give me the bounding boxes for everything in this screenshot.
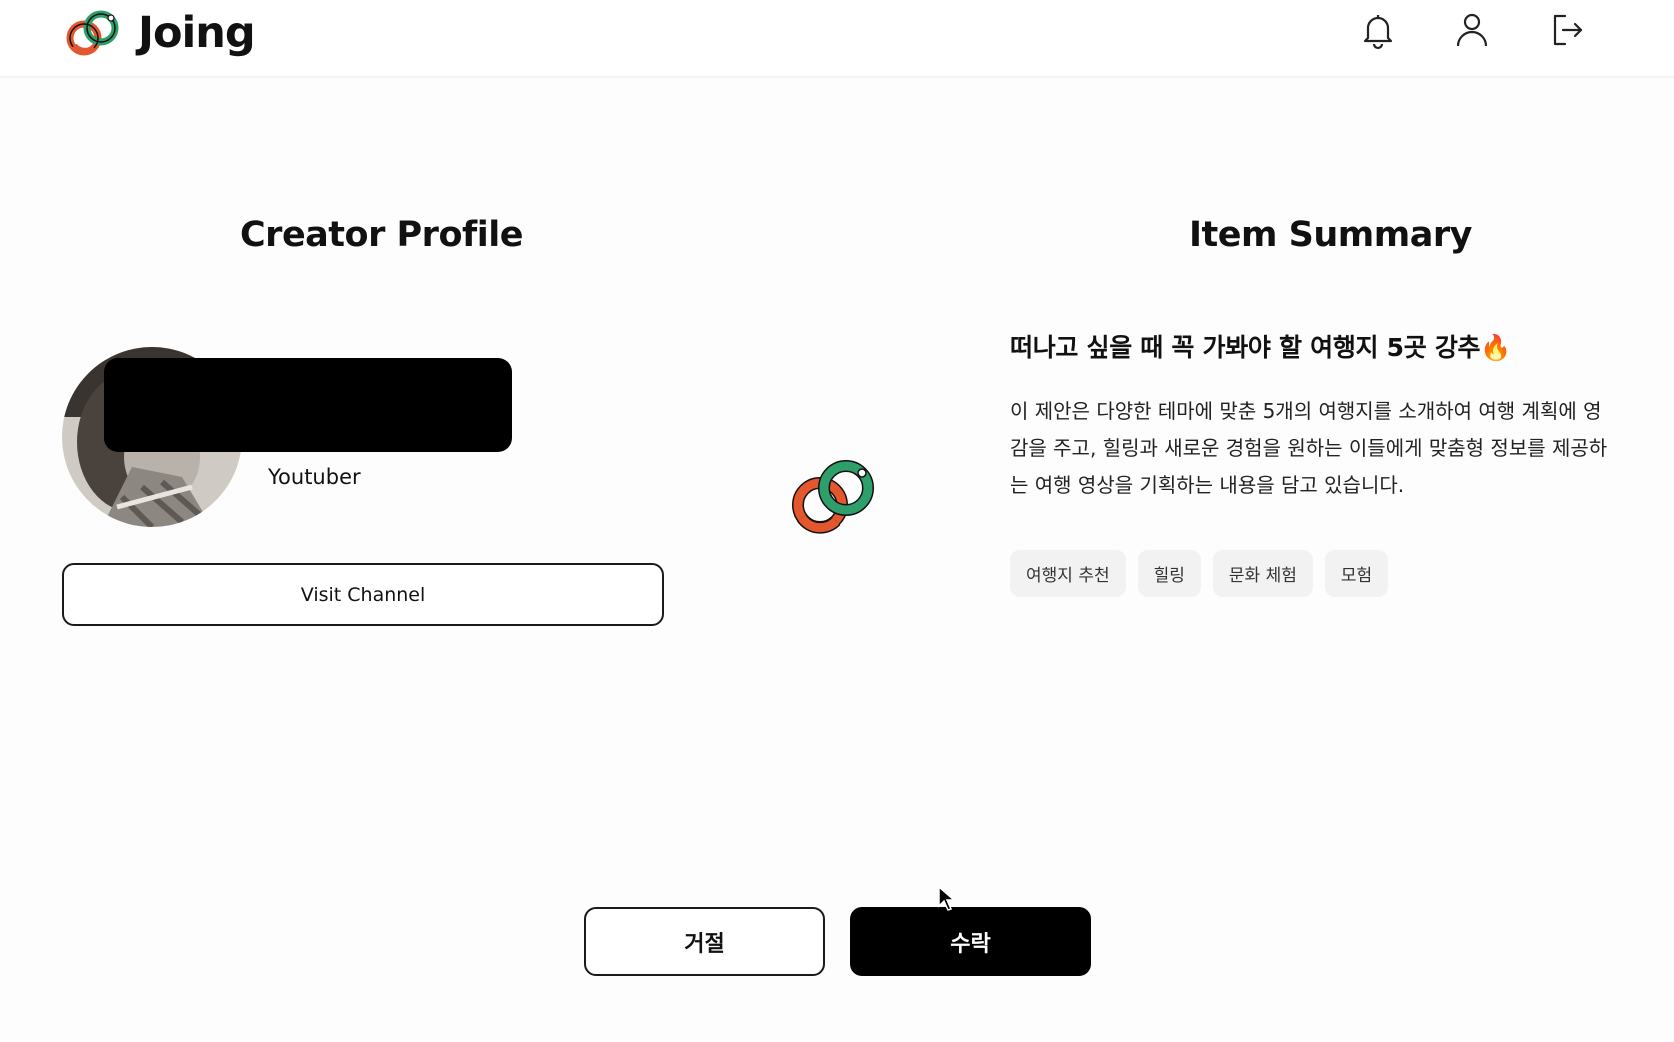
brand-name: Joing (138, 8, 256, 58)
item-tags: 여행지 추천 힐링 문화 체험 모험 (1010, 550, 1389, 597)
item-summary-title: Item Summary (1189, 215, 1472, 255)
creator-role: Youtuber (268, 465, 361, 489)
brand-logo[interactable]: Joing (64, 8, 256, 58)
tag-chip: 힐링 (1137, 550, 1201, 597)
item-description: 이 제안은 다양한 테마에 맞춘 5개의 여행지를 소개하여 여행 계획에 영감… (1010, 399, 1608, 497)
creator-profile-title: Creator Profile (240, 215, 523, 255)
visit-channel-button[interactable]: Visit Channel (62, 563, 664, 626)
logout-icon[interactable] (1547, 10, 1587, 50)
mouse-cursor-icon (938, 886, 956, 911)
joing-logo-icon (66, 10, 119, 56)
bell-icon[interactable] (1358, 10, 1398, 50)
tag-chip: 여행지 추천 (1010, 550, 1126, 597)
redacted-creator-name (104, 358, 512, 452)
reject-button[interactable]: 거절 (584, 907, 825, 976)
accept-button[interactable]: 수락 (850, 907, 1091, 976)
tag-chip: 모험 (1324, 550, 1389, 597)
tag-chip: 문화 체험 (1212, 550, 1313, 597)
top-navbar: Joing (0, 0, 1674, 78)
user-icon[interactable] (1452, 10, 1492, 50)
joing-center-logo-icon (792, 460, 874, 534)
item-title: 떠나고 싶을 때 꼭 가봐야 할 여행지 5곳 강추🔥 (1010, 333, 1512, 362)
